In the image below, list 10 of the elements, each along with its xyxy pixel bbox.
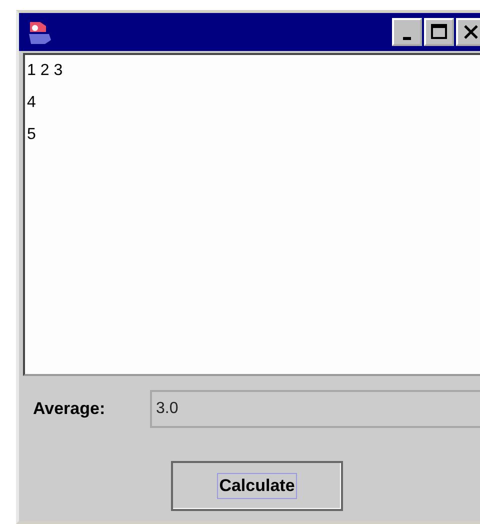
close-button[interactable] xyxy=(456,18,480,46)
maximize-button[interactable] xyxy=(424,18,454,46)
average-field[interactable]: 3.0 xyxy=(150,390,480,428)
text-area[interactable]: 1 2 3 4 5 xyxy=(23,53,480,376)
minimize-icon xyxy=(403,36,411,40)
average-label: Average: xyxy=(33,399,106,419)
close-icon xyxy=(462,23,480,41)
calculate-button[interactable]: Calculate xyxy=(171,461,343,511)
minimize-button[interactable] xyxy=(392,18,422,46)
maximize-icon xyxy=(430,23,448,41)
